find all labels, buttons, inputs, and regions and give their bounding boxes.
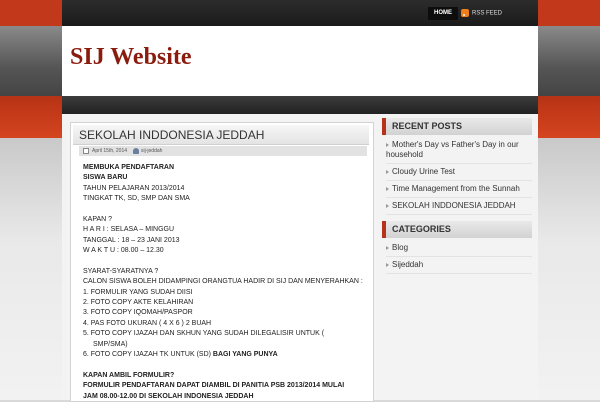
main-content: SEKOLAH INDDONESIA JEDDAH April 15th, 20… xyxy=(62,114,538,402)
site-header: SIJ Website xyxy=(62,26,538,96)
post-line-bold: BAGI YANG PUNYA xyxy=(212,351,278,359)
post-line: KAPAN ? xyxy=(83,215,113,223)
post-line: TANGGAL : 18 – 23 JANI 2013 xyxy=(83,236,180,244)
rss-feed-label: RSS FEED xyxy=(472,10,503,17)
arrow-right-icon xyxy=(386,169,389,174)
top-nav-bar: HOME RSS FEED xyxy=(62,0,538,26)
category-item[interactable]: Sijeddah xyxy=(386,257,532,274)
category-link[interactable]: Sijeddah xyxy=(392,260,423,269)
post-line: 2. FOTO COPY AKTE KELAHIRAN xyxy=(83,299,194,307)
recent-post-item[interactable]: Mother's Day vs Father's Day in our hous… xyxy=(386,137,532,164)
arrow-right-icon xyxy=(386,203,389,208)
post-author[interactable]: sij-jeddah xyxy=(141,148,162,154)
nav-home-link[interactable]: HOME xyxy=(428,7,458,20)
post-line: 5. FOTO COPY IJAZAH DAN SKHUN YANG SUDAH… xyxy=(83,330,325,338)
recent-posts-list: Mother's Day vs Father's Day in our hous… xyxy=(382,137,532,215)
post-line: 6. FOTO COPY IJAZAH TK UNTUK (SD) BAGI Y… xyxy=(83,350,371,360)
post-meta: April 15th, 2014 sij-jeddah xyxy=(79,146,367,156)
arrow-right-icon xyxy=(386,262,389,267)
post-line: MEMBUKA PENDAFTARAN xyxy=(83,164,174,171)
post-line-text: 6. FOTO COPY IJAZAH TK UNTUK (SD) xyxy=(83,351,213,359)
rss-icon xyxy=(461,9,469,17)
recent-post-item[interactable]: SEKOLAH INDDONESIA JEDDAH xyxy=(386,198,532,215)
post-line: TINGKAT TK, SD, SMP DAN SMA xyxy=(83,195,190,203)
post-article: SEKOLAH INDDONESIA JEDDAH April 15th, 20… xyxy=(70,122,374,402)
post-line: 3. FOTO COPY IQOMAH/PASPOR xyxy=(83,309,193,317)
recent-post-link[interactable]: SEKOLAH INDDONESIA JEDDAH xyxy=(392,201,516,210)
post-line: CALON SISWA BOLEH DIDAMPINGI ORANGTUA HA… xyxy=(83,278,363,286)
post-body: MEMBUKA PENDAFTARAN SISWA BARU TAHUN PEL… xyxy=(83,163,371,402)
right-background xyxy=(538,0,600,400)
post-line: 1. FORMULIR YANG SUDAH DIISI xyxy=(83,288,193,296)
category-link[interactable]: Blog xyxy=(392,243,408,252)
categories-title: CATEGORIES xyxy=(382,221,532,238)
post-line: FORMULIR PENDAFTARAN DAPAT DIAMBIL DI PA… xyxy=(83,382,345,390)
arrow-right-icon xyxy=(386,245,389,250)
arrow-right-icon xyxy=(386,142,389,147)
recent-post-link[interactable]: Mother's Day vs Father's Day in our hous… xyxy=(386,140,519,159)
sidebar: RECENT POSTS Mother's Day vs Father's Da… xyxy=(382,118,532,274)
rss-feed-link[interactable]: RSS FEED xyxy=(461,9,502,19)
categories-list: Blog Sijeddah xyxy=(382,240,532,274)
post-line: 4. PAS FOTO UKURAN ( 4 X 6 ) 2 BUAH xyxy=(83,319,212,327)
post-line: W A K T U : 08.00 – 12.30 xyxy=(83,247,164,255)
recent-post-item[interactable]: Cloudy Urine Test xyxy=(386,164,532,181)
recent-post-link[interactable]: Cloudy Urine Test xyxy=(392,167,455,176)
left-background xyxy=(0,0,62,400)
post-title[interactable]: SEKOLAH INDDONESIA JEDDAH xyxy=(73,125,369,145)
post-line: H A R I : SELASA – MINGGU xyxy=(83,226,175,234)
site-title[interactable]: SIJ Website xyxy=(70,44,192,71)
post-line: SMP/SMA) xyxy=(93,340,128,348)
post-line: SYARAT-SYARATNYA ? xyxy=(83,267,159,275)
post-line: SISWA BARU xyxy=(83,174,128,182)
post-line: KAPAN AMBIL FORMULIR? xyxy=(83,371,175,379)
recent-post-item[interactable]: Time Management from the Sunnah xyxy=(386,181,532,198)
post-line: JAM 08.00-12.00 DI SEKOLAH INDONESIA JED… xyxy=(83,392,254,400)
arrow-right-icon xyxy=(386,186,389,191)
post-date: April 15th, 2014 xyxy=(92,148,128,154)
recent-posts-title: RECENT POSTS xyxy=(382,118,532,135)
page-wrapper: HOME RSS FEED SIJ Website SEKOLAH INDDON… xyxy=(62,0,538,402)
post-line: TAHUN PELAJARAN 2013/2014 xyxy=(83,184,185,192)
calendar-icon xyxy=(83,147,89,154)
category-item[interactable]: Blog xyxy=(386,240,532,257)
user-icon xyxy=(133,147,140,154)
recent-post-link[interactable]: Time Management from the Sunnah xyxy=(392,184,520,193)
header-divider-bar xyxy=(62,96,538,114)
